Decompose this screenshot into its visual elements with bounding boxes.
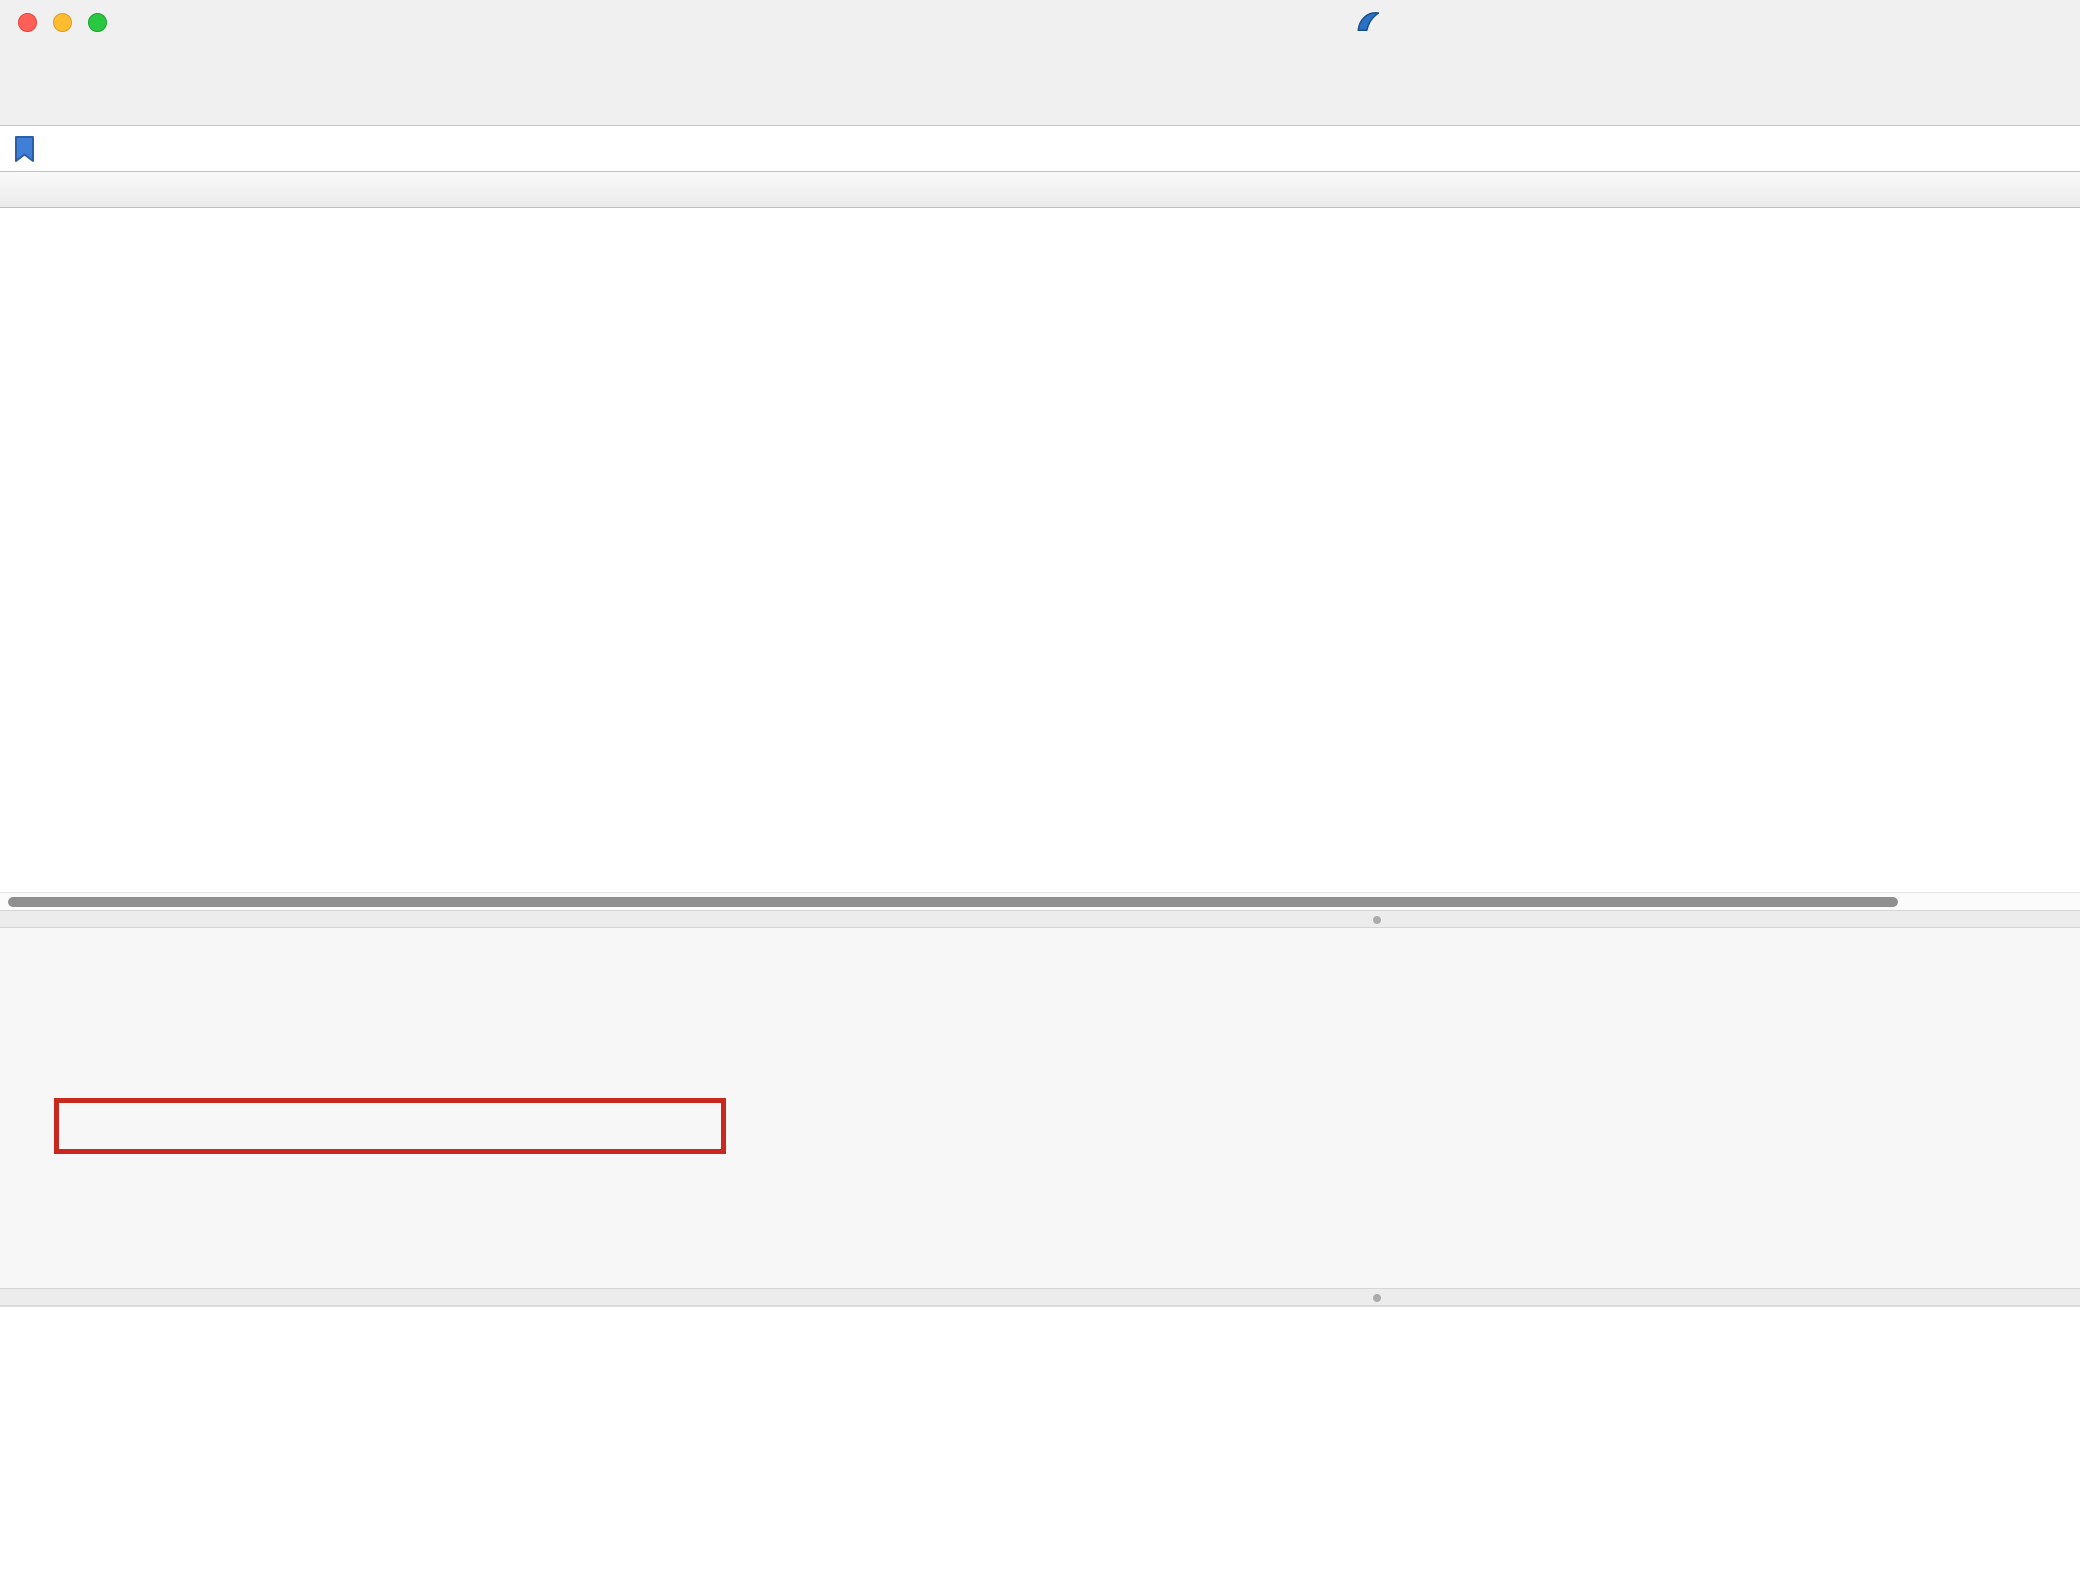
splitter-handle-icon	[1373, 1294, 1381, 1302]
splitter-handle-icon	[1373, 916, 1381, 924]
packet-list-header	[0, 172, 2080, 208]
close-button[interactable]	[18, 13, 37, 32]
window-title-group	[1353, 0, 1393, 44]
horizontal-scrollbar-thumb[interactable]	[8, 897, 1898, 907]
pane-splitter-bottom[interactable]	[0, 1288, 2080, 1306]
wireshark-logo-icon	[1353, 7, 1383, 37]
pane-splitter-top[interactable]	[0, 910, 2080, 928]
packet-details-pane	[0, 928, 2080, 1288]
toolbar	[0, 44, 2080, 126]
packet-rows	[0, 208, 2080, 892]
traffic-lights	[0, 13, 107, 32]
fullscreen-button[interactable]	[88, 13, 107, 32]
horizontal-scrollbar-track[interactable]	[0, 892, 2080, 910]
minimize-button[interactable]	[53, 13, 72, 32]
filter-bar	[0, 126, 2080, 172]
titlebar	[0, 0, 2080, 44]
wireshark-window	[0, 0, 2080, 1592]
hex-dump-pane	[0, 1306, 2080, 1592]
annotation-box	[54, 1098, 726, 1154]
filter-bookmark-icon[interactable]	[12, 133, 40, 165]
